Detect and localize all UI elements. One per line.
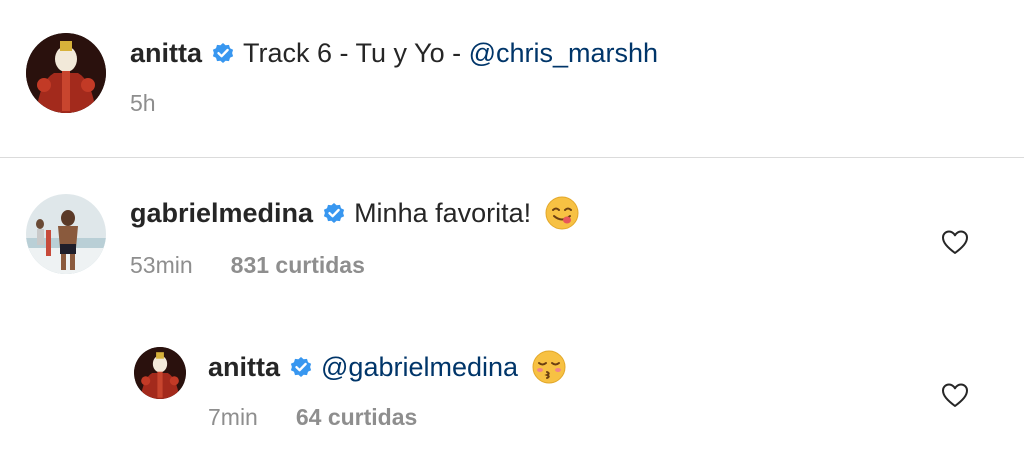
comment-line: gabrielmedina Minha favorita! [130, 194, 579, 232]
verified-badge-icon [289, 355, 313, 379]
profile-photo [26, 33, 106, 113]
reply-time[interactable]: 7min [208, 404, 258, 430]
caption-time[interactable]: 5h [130, 90, 156, 116]
caption-username[interactable]: anitta [130, 38, 202, 69]
caption-timestamp: 5h [130, 90, 156, 117]
savoring-face-emoji-icon [545, 196, 579, 230]
avatar-gabrielmedina[interactable] [26, 194, 106, 274]
divider [0, 157, 1024, 158]
profile-photo [134, 347, 186, 399]
profile-photo [26, 194, 106, 274]
avatar-anitta-caption[interactable] [26, 33, 106, 113]
caption-line: anitta Track 6 - Tu y Yo - @chris_marshh [130, 34, 658, 72]
verified-badge-icon [211, 41, 235, 65]
like-heart-icon[interactable] [941, 229, 969, 255]
comment-text: Minha favorita! [354, 197, 532, 228]
reply-mention[interactable]: @gabrielmedina [321, 352, 518, 383]
like-heart-icon[interactable] [941, 382, 969, 408]
caption-text: Track 6 - Tu y Yo - [243, 37, 469, 68]
comment-time[interactable]: 53min [130, 252, 193, 278]
reply-likes[interactable]: 64 curtidas [296, 404, 417, 430]
verified-badge-icon [322, 201, 346, 225]
caption-mention[interactable]: @chris_marshh [469, 38, 658, 69]
reply-meta: 7min 64 curtidas [208, 404, 417, 431]
comment-meta: 53min 831 curtidas [130, 252, 365, 279]
reply-line: anitta @gabrielmedina [208, 348, 566, 386]
avatar-anitta-reply[interactable] [134, 347, 186, 399]
kissing-closed-eyes-emoji-icon [532, 350, 566, 384]
reply-username[interactable]: anitta [208, 352, 280, 383]
comment-username[interactable]: gabrielmedina [130, 198, 313, 229]
comment-likes[interactable]: 831 curtidas [231, 252, 365, 278]
